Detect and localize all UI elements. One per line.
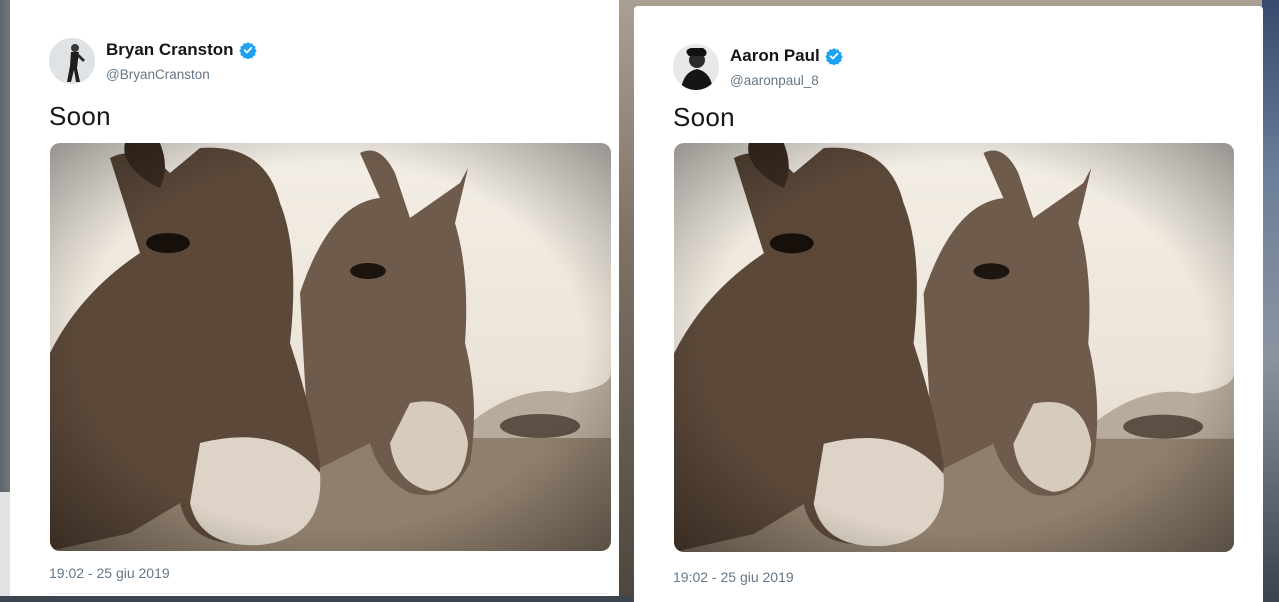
donkeys-photo	[50, 143, 611, 551]
donkeys-photo	[674, 143, 1234, 552]
display-name[interactable]: Bryan Cranston	[106, 40, 234, 60]
handle[interactable]: @BryanCranston	[106, 67, 210, 82]
background-right-edge	[1262, 0, 1279, 596]
display-name[interactable]: Aaron Paul	[730, 46, 820, 66]
tweet-timestamp[interactable]: 19:02 - 25 giu 2019	[673, 569, 794, 585]
tweet-text: Soon	[49, 101, 111, 131]
tweet-photo[interactable]	[50, 143, 611, 551]
avatar-image	[673, 44, 719, 90]
avatar-image	[49, 38, 95, 84]
divider	[49, 593, 609, 594]
tweet-timestamp[interactable]: 19:02 - 25 giu 2019	[49, 565, 170, 581]
tweet-photo[interactable]	[674, 143, 1234, 552]
verified-badge-icon	[238, 42, 257, 59]
tweet-card-bryan-cranston: Bryan Cranston @BryanCranston Soon 19:02…	[10, 0, 619, 596]
tweet-card-aaron-paul: Aaron Paul @aaronpaul_8 Soon 19:02 - 25 …	[634, 6, 1263, 602]
tweet-text: Soon	[673, 102, 735, 132]
tweet-header: Bryan Cranston @BryanCranston	[49, 38, 549, 88]
tweet-header: Aaron Paul @aaronpaul_8	[673, 44, 1173, 94]
verified-badge-icon	[825, 48, 843, 65]
avatar[interactable]	[673, 44, 719, 90]
handle[interactable]: @aaronpaul_8	[730, 73, 819, 88]
avatar[interactable]	[49, 38, 95, 84]
